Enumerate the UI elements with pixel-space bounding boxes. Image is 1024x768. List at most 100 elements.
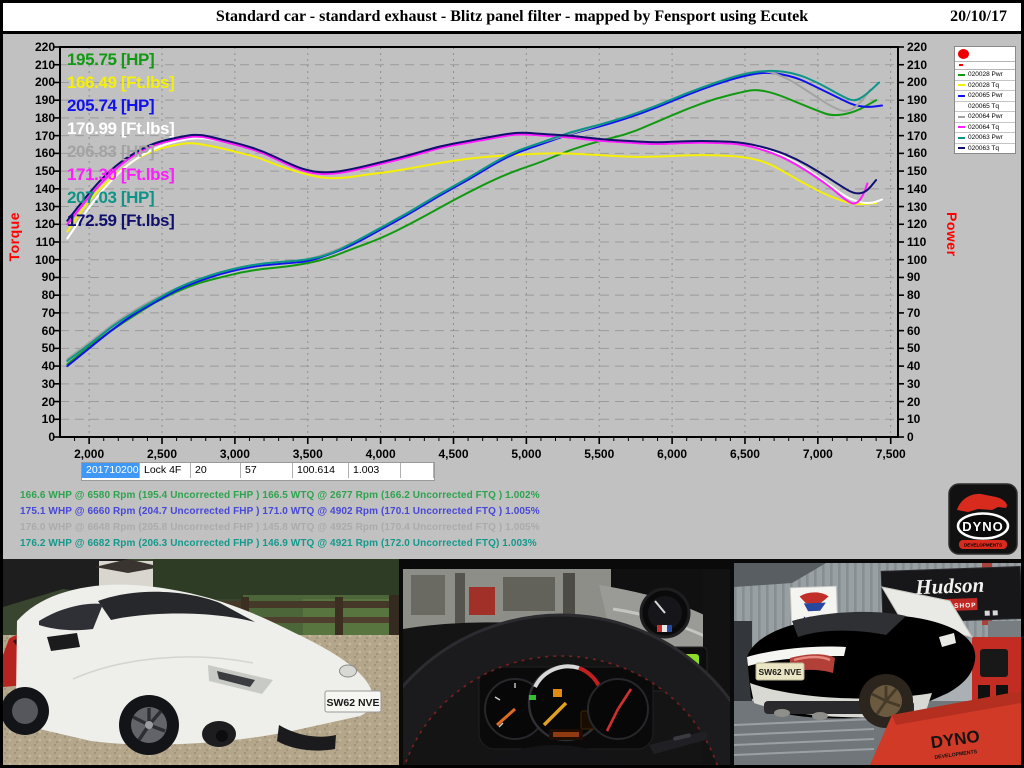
torque-tick-label: 0 — [27, 430, 55, 444]
legend-dash-icon — [958, 116, 965, 118]
power-tick-label: 180 — [907, 111, 935, 125]
torque-tick-label: 210 — [27, 58, 55, 72]
legend-header[interactable] — [955, 47, 1015, 62]
run-status-line-0: 166.6 WHP @ 6580 Rpm (195.4 Uncorrected … — [20, 488, 540, 504]
run-status-line-1: 175.1 WHP @ 6660 Rpm (204.7 Uncorrected … — [20, 504, 540, 520]
torque-tick-label: 200 — [27, 75, 55, 89]
legend-dash-icon — [958, 95, 965, 97]
summary-cell-6[interactable] — [401, 463, 434, 478]
run-status-line-3: 176.2 WHP @ 6682 Rpm (206.3 Uncorrected … — [20, 536, 540, 552]
power-tick-label: 210 — [907, 58, 935, 72]
rpm-tick-label: 3,000 — [203, 447, 267, 461]
torque-tick-label: 150 — [27, 164, 55, 178]
legend-dash-icon — [958, 84, 965, 86]
summary-cell-2[interactable]: 20 — [191, 463, 241, 478]
power-tick-label: 40 — [907, 359, 935, 373]
report-date: 20/10/17 — [950, 3, 1007, 30]
workshop-post — [455, 573, 465, 625]
power-tick-label: 160 — [907, 146, 935, 160]
torque-tick-label: 190 — [27, 93, 55, 107]
logo-brand: DYNO — [962, 519, 1004, 534]
summary-cell-4[interactable]: 100.614 — [293, 463, 349, 478]
peak-readouts: 195.75 [HP]166.49 [Ft.lbs]205.74 [HP]170… — [67, 48, 174, 232]
status-lines: 166.6 WHP @ 6580 Rpm (195.4 Uncorrected … — [20, 488, 540, 552]
banner-icon — [993, 610, 998, 615]
legend-item-label: 020064 Pwr — [968, 113, 1003, 120]
power-tick-label: 90 — [907, 270, 935, 284]
toyota-badge — [340, 665, 357, 677]
banner-icon — [985, 611, 990, 616]
legend-item-020063-pwr[interactable]: 020063 Pwr — [955, 133, 1015, 144]
power-tick-label: 110 — [907, 235, 935, 249]
torque-tick-label: 40 — [27, 359, 55, 373]
peak-readout-020064-tq: 171.30 [Ft.lbs] — [67, 163, 174, 186]
peak-readout-020065-pwr: 205.74 [HP] — [67, 94, 174, 117]
summary-cell-3[interactable]: 57 — [241, 463, 293, 478]
exhaust-tip — [812, 712, 828, 720]
summary-cell-0[interactable]: 20171020061 — [82, 463, 140, 478]
rpm-tick-label: 6,000 — [640, 447, 704, 461]
legend-item-020065-pwr[interactable]: 020065 Pwr — [955, 91, 1015, 102]
rpm-tick-label: 4,500 — [421, 447, 485, 461]
torque-tick-label: 180 — [27, 111, 55, 125]
banner-title: Hudson — [914, 573, 985, 599]
legend-subheader[interactable] — [955, 62, 1015, 70]
torque-tick-label: 70 — [27, 306, 55, 320]
rpm-tick-label: 2,000 — [57, 447, 121, 461]
power-tick-label: 190 — [907, 93, 935, 107]
hedge — [153, 559, 399, 599]
workshop-bench — [503, 577, 555, 611]
torque-tick-label: 120 — [27, 217, 55, 231]
power-axis-title: Power — [944, 212, 960, 257]
summary-cell-5[interactable]: 1.003 — [349, 463, 401, 478]
rpm-tick-label: 7,500 — [859, 447, 923, 461]
power-tick-label: 150 — [907, 164, 935, 178]
legend-item-label: 020063 Pwr — [968, 134, 1003, 141]
power-tick-label: 0 — [907, 430, 935, 444]
run-status-line-2: 176.0 WHP @ 6648 Rpm (205.8 Uncorrected … — [20, 520, 540, 536]
rear-plate-text: SW62 NVE — [759, 667, 802, 677]
peak-readout-020064-pwr: 206.83 [HP] — [67, 140, 174, 163]
legend-item-020064-pwr[interactable]: 020064 Pwr — [955, 112, 1015, 123]
legend-item-label: 020065 Tq — [968, 103, 999, 110]
rpm-tick-label: 5,000 — [494, 447, 558, 461]
power-tick-label: 130 — [907, 200, 935, 214]
legend-item-020028-tq[interactable]: 020028 Tq — [955, 81, 1015, 92]
dashboard-photo: 0.99 0 — [403, 569, 730, 765]
power-tick-label: 120 — [907, 217, 935, 231]
rpm-tick-label: 7,000 — [786, 447, 850, 461]
power-tick-label: 140 — [907, 182, 935, 196]
torque-axis-title: Torque — [6, 212, 22, 261]
legend-dash-icon — [958, 105, 965, 107]
legend-item-020065-tq[interactable]: 020065 Tq — [955, 102, 1015, 113]
power-tick-label: 80 — [907, 288, 935, 302]
legend-item-020064-tq[interactable]: 020064 Tq — [955, 123, 1015, 134]
power-tick-label: 220 — [907, 40, 935, 54]
legend-item-020063-tq[interactable]: 020063 Tq — [955, 144, 1015, 154]
torque-tick-label: 10 — [27, 412, 55, 426]
rear-wheel-rim — [12, 698, 38, 724]
power-tick-label: 60 — [907, 324, 935, 338]
legend-item-label: 020065 Pwr — [968, 92, 1003, 99]
chart-panel: 0102030405060708090100110120130140150160… — [3, 34, 1021, 559]
car-front-photo: SW62 NVE — [3, 559, 399, 765]
torque-tick-label: 80 — [27, 288, 55, 302]
torque-tick-label: 220 — [27, 40, 55, 54]
power-tick-label: 10 — [907, 412, 935, 426]
summary-cell-1[interactable]: Lock 4F — [140, 463, 191, 478]
curve-020028-pwr — [67, 90, 876, 364]
torque-tick-label: 20 — [27, 395, 55, 409]
legend-item-020028-pwr[interactable]: 020028 Pwr — [955, 70, 1015, 81]
torque-tick-label: 110 — [27, 235, 55, 249]
exhaust-tip — [774, 709, 790, 717]
dyno-bay-photo: LINC Hudson SPEED SHOP — [734, 563, 1021, 765]
curve-020064-pwr — [67, 71, 870, 359]
torque-tick-label: 100 — [27, 253, 55, 267]
cabinet-panel — [980, 649, 1008, 677]
peak-readout-020063-tq: 172.59 [Ft.lbs] — [67, 209, 174, 232]
legend-dash-icon — [958, 126, 965, 128]
logo-sub: DEVELOPMENTS — [964, 543, 1002, 548]
torque-tick-label: 130 — [27, 200, 55, 214]
photo-strip: SW62 NVE 0.99 — [3, 559, 1021, 765]
torque-tick-label: 60 — [27, 324, 55, 338]
